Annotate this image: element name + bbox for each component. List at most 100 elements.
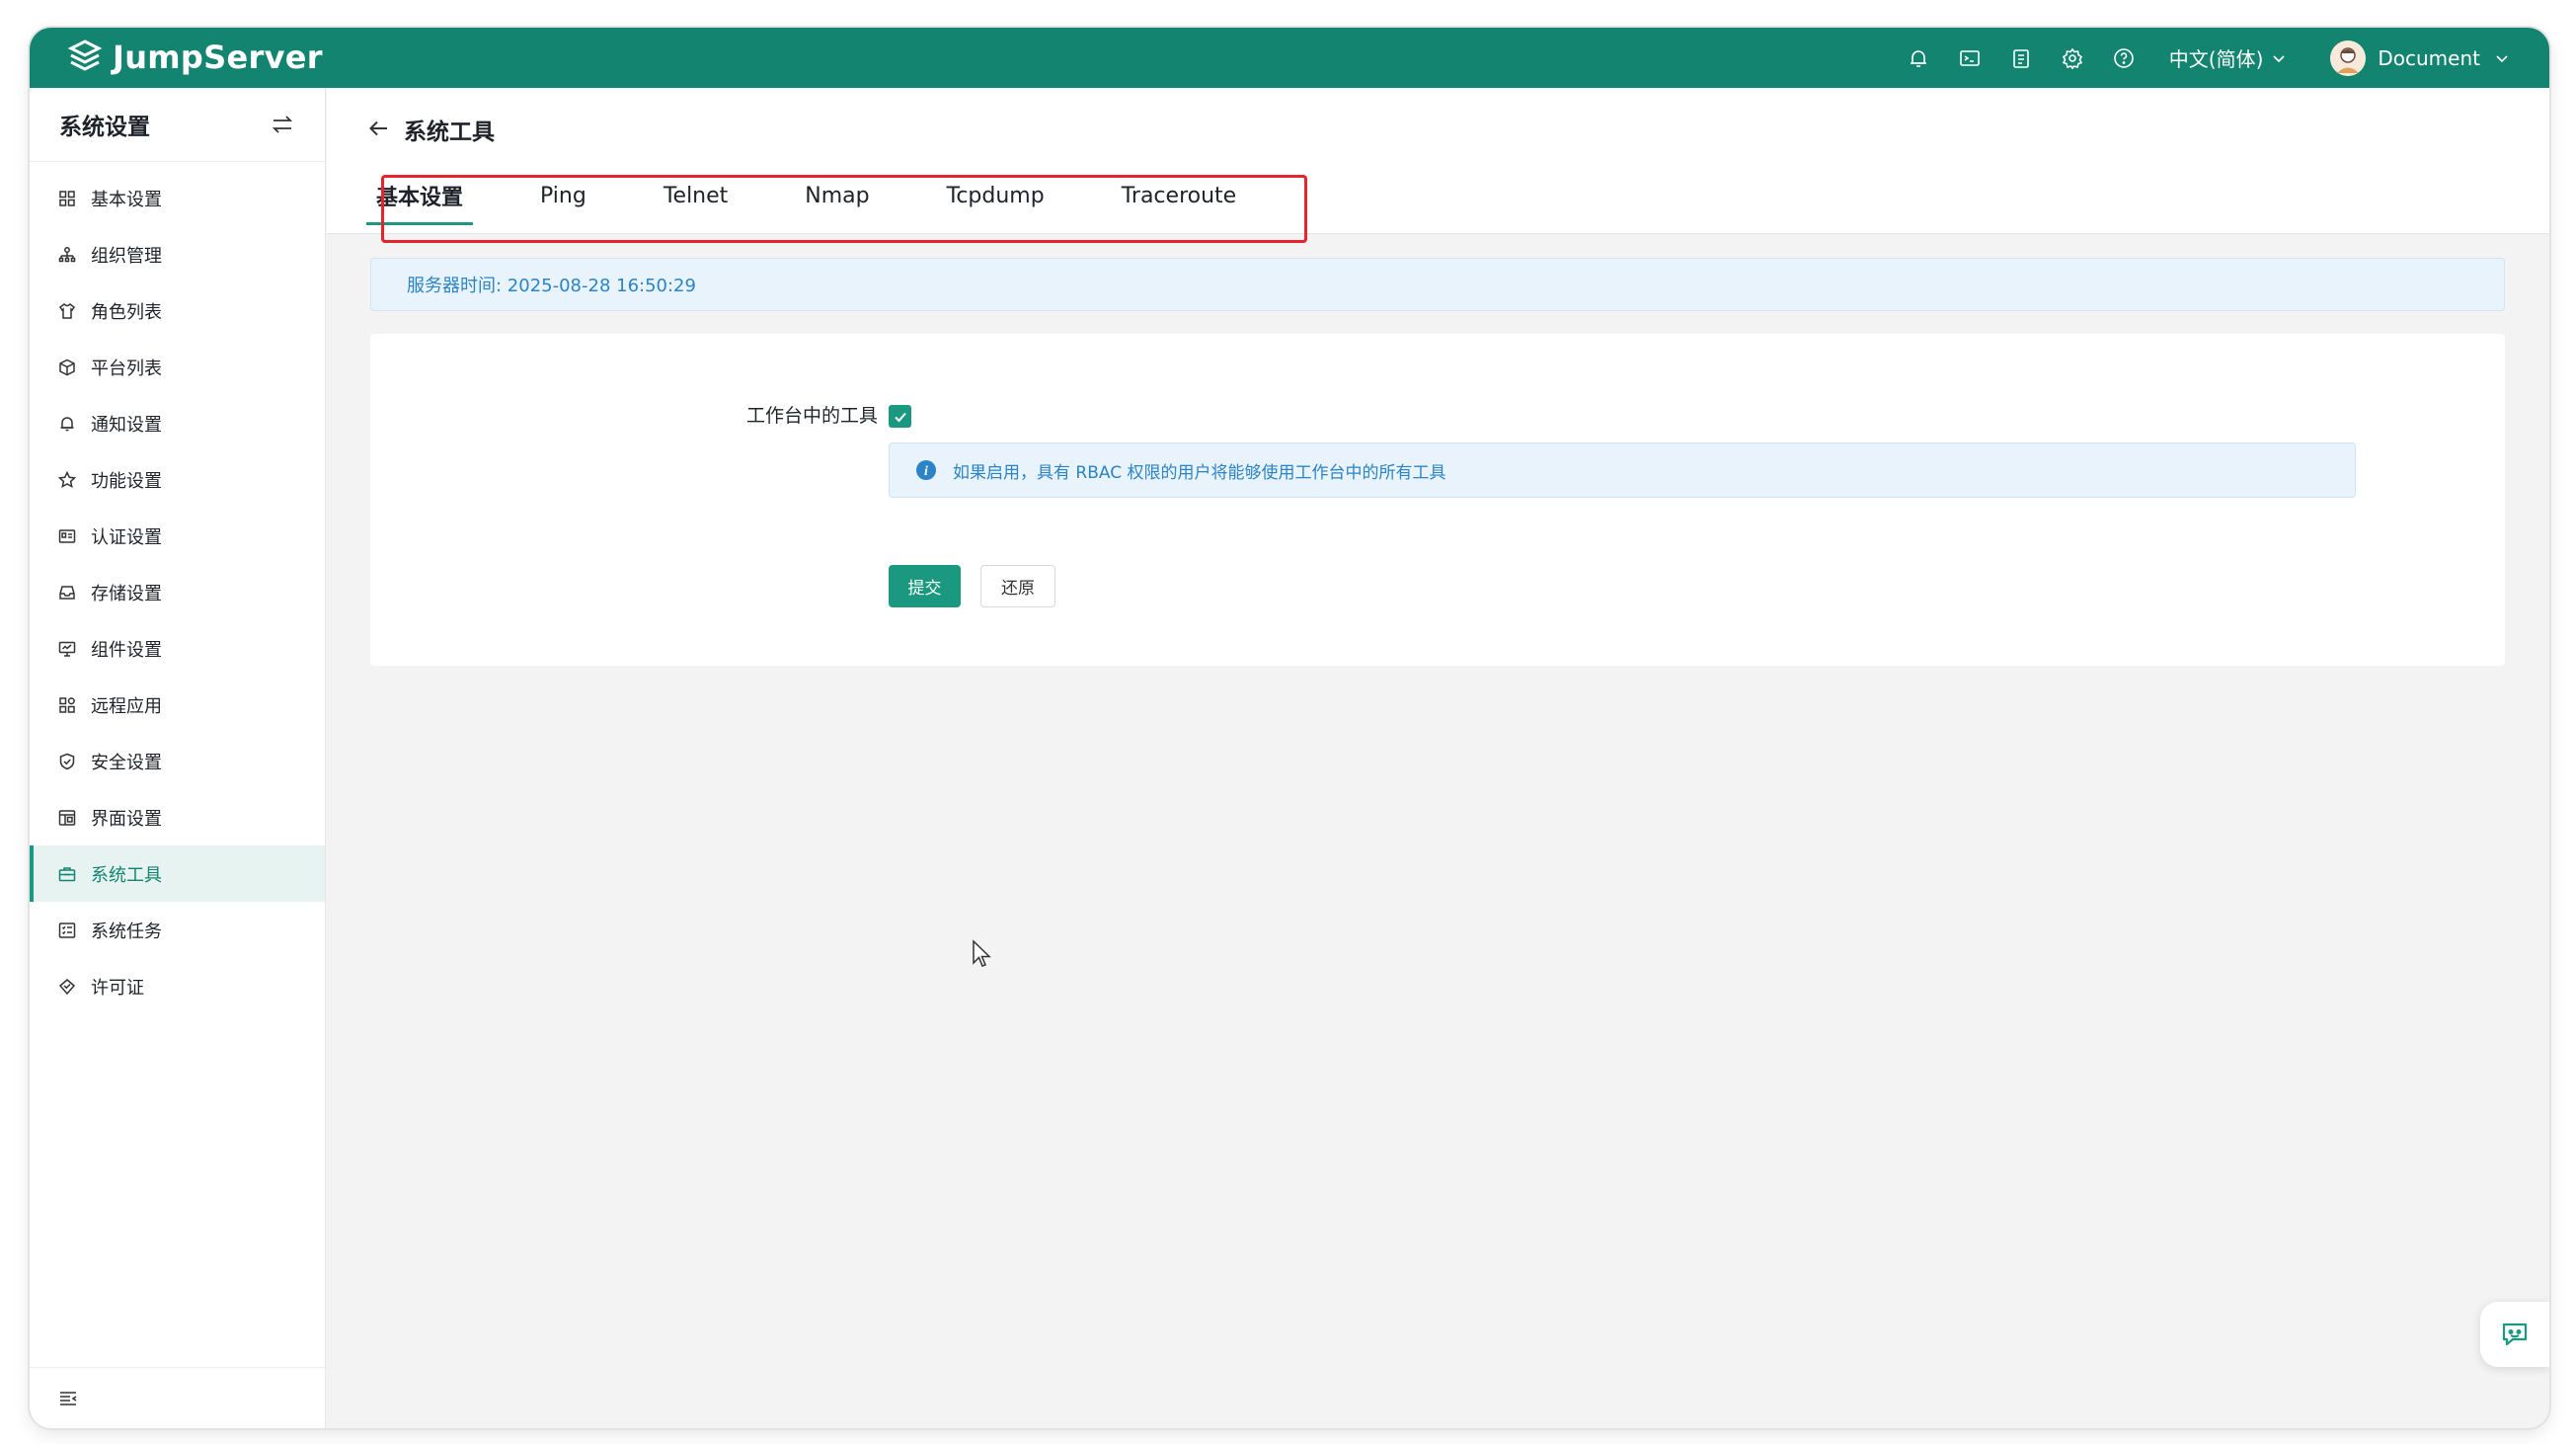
help-button[interactable]	[2098, 28, 2149, 88]
sidebar-item-label: 功能设置	[91, 470, 162, 492]
server-time-text: 服务器时间: 2025-08-28 16:50:29	[407, 276, 696, 296]
shield-icon	[59, 753, 75, 769]
sidebar-item-label: 许可证	[91, 977, 144, 999]
tab-basic-settings[interactable]: 基本设置	[366, 166, 474, 225]
sidebar-item-label: 存储设置	[91, 583, 162, 604]
sidebar-footer	[30, 1367, 325, 1428]
sidebar-item-basic-settings[interactable]: 基本设置	[30, 170, 325, 226]
top-navbar: JumpServer 中文(简体) Document	[30, 28, 2549, 88]
sidebar-header: 系统设置	[30, 88, 325, 162]
tab-tcpdump[interactable]: Tcpdump	[937, 166, 1054, 225]
sidebar-item-platform-list[interactable]: 平台列表	[30, 339, 325, 395]
sidebar-item-ui-settings[interactable]: 界面设置	[30, 789, 325, 845]
main-content: 系统工具 基本设置 Ping Telnet Nmap Tcpdump Trace…	[327, 88, 2549, 1428]
sidebar-item-label: 通知设置	[91, 414, 162, 436]
org-icon	[58, 246, 76, 262]
sidebar-title: 系统设置	[59, 115, 150, 140]
sidebar-item-system-tools[interactable]: 系统工具	[30, 845, 325, 902]
tab-label: Traceroute	[1121, 183, 1237, 208]
apps-icon	[59, 696, 75, 713]
sidebar-item-label: 角色列表	[91, 301, 162, 323]
tab-label: Ping	[540, 183, 586, 208]
info-icon: i	[916, 460, 936, 480]
star-icon	[57, 470, 77, 488]
notification-button[interactable]	[1893, 28, 1944, 88]
sidebar-item-label: 系统工具	[91, 864, 162, 886]
tab-ping[interactable]: Ping	[530, 166, 596, 225]
tab-label: Nmap	[805, 183, 870, 208]
chevron-down-icon	[2496, 54, 2508, 62]
tab-label: 基本设置	[376, 186, 464, 210]
bell-icon	[1910, 49, 1926, 67]
submit-button[interactable]: 提交	[889, 565, 961, 607]
reset-button[interactable]: 还原	[980, 565, 1055, 607]
hint-text: 如果启用，具有 RBAC 权限的用户将能够使用工作台中的所有工具	[953, 462, 1446, 483]
svg-text:i: i	[924, 464, 928, 479]
layout-icon	[58, 809, 76, 826]
server-time-banner: 服务器时间: 2025-08-28 16:50:29	[370, 258, 2505, 311]
sidebar-item-remote-apps[interactable]: 远程应用	[30, 677, 325, 733]
sidebar-item-label: 安全设置	[91, 752, 162, 773]
app-name: JumpServer	[113, 39, 323, 76]
sidebar-item-label: 平台列表	[91, 358, 162, 379]
sidebar-item-auth-settings[interactable]: 认证设置	[30, 508, 325, 564]
sidebar-item-org-management[interactable]: 组织管理	[30, 226, 325, 282]
help-icon	[2113, 47, 2134, 68]
checkmark-icon	[894, 412, 906, 422]
user-name: Document	[2378, 45, 2480, 70]
sidebar-item-label: 界面设置	[91, 808, 162, 830]
info-hint: i 如果启用，具有 RBAC 权限的用户将能够使用工作台中的所有工具	[889, 442, 2356, 498]
terminal-icon	[1959, 49, 1980, 66]
id-card-icon	[58, 528, 76, 543]
sidebar-item-license[interactable]: 许可证	[30, 958, 325, 1014]
shirt-icon	[58, 302, 76, 319]
ticket-button[interactable]	[1995, 28, 2047, 88]
sidebar-item-label: 基本设置	[91, 189, 162, 210]
chat-assistant-button[interactable]	[2480, 1302, 2549, 1367]
language-selector[interactable]: 中文(简体)	[2169, 43, 2288, 72]
sidebar-item-role-list[interactable]: 角色列表	[30, 282, 325, 339]
license-icon	[58, 978, 76, 995]
workbench-tools-checkbox[interactable]	[889, 405, 911, 428]
app-window: JumpServer 中文(简体) Document 系统设置 基本设置 组织管…	[30, 28, 2549, 1428]
sidebar-item-security-settings[interactable]: 安全设置	[30, 733, 325, 789]
sidebar-item-component-settings[interactable]: 组件设置	[30, 620, 325, 677]
settings-button[interactable]	[2047, 28, 2098, 88]
clipboard-icon	[2012, 48, 2029, 68]
avatar	[2330, 40, 2367, 76]
inbox-icon	[59, 585, 75, 600]
collapse-menu-icon[interactable]	[57, 1388, 79, 1409]
sidebar-item-system-tasks[interactable]: 系统任务	[30, 902, 325, 958]
sidebar-item-storage-settings[interactable]: 存储设置	[30, 564, 325, 620]
switch-view-icon[interactable]	[270, 112, 295, 137]
page-header: 系统工具 基本设置 Ping Telnet Nmap Tcpdump Trace…	[327, 88, 2549, 243]
chevron-down-icon	[2273, 54, 2285, 62]
sidebar-item-label: 远程应用	[91, 695, 162, 717]
back-arrow-icon[interactable]	[366, 116, 392, 141]
sidebar-item-label: 组织管理	[91, 245, 162, 267]
logo[interactable]: JumpServer	[65, 38, 323, 77]
sidebar-menu: 基本设置 组织管理 角色列表 平台列表 通知设置 功能设置 认证设置 存储设置 …	[30, 162, 325, 1014]
grid-icon	[59, 190, 75, 206]
user-menu[interactable]: Document	[2330, 40, 2510, 76]
tab-nmap[interactable]: Nmap	[795, 166, 879, 225]
tab-label: Tcpdump	[946, 183, 1045, 208]
monitor-icon	[58, 641, 76, 657]
sidebar-item-label: 组件设置	[91, 639, 162, 661]
mouse-cursor-icon	[973, 939, 991, 967]
tab-telnet[interactable]: Telnet	[654, 166, 738, 225]
sidebar-item-notification-settings[interactable]: 通知设置	[30, 395, 325, 451]
task-list-icon	[58, 922, 76, 938]
language-label: 中文(简体)	[2168, 47, 2264, 71]
sidebar-item-label: 认证设置	[91, 526, 162, 548]
tab-bar: 基本设置 Ping Telnet Nmap Tcpdump Traceroute	[366, 166, 1303, 225]
chat-bot-icon	[2502, 1323, 2528, 1346]
tab-traceroute[interactable]: Traceroute	[1112, 166, 1247, 225]
bell-icon	[60, 416, 74, 431]
gear-icon	[2062, 47, 2082, 69]
sidebar: 系统设置 基本设置 组织管理 角色列表 平台列表 通知设置 功能设置 认证设置 …	[30, 88, 326, 1428]
jumpserver-logo-icon	[67, 40, 103, 71]
tab-label: Telnet	[663, 183, 729, 208]
web-terminal-button[interactable]	[1944, 28, 1995, 88]
sidebar-item-feature-settings[interactable]: 功能设置	[30, 451, 325, 508]
